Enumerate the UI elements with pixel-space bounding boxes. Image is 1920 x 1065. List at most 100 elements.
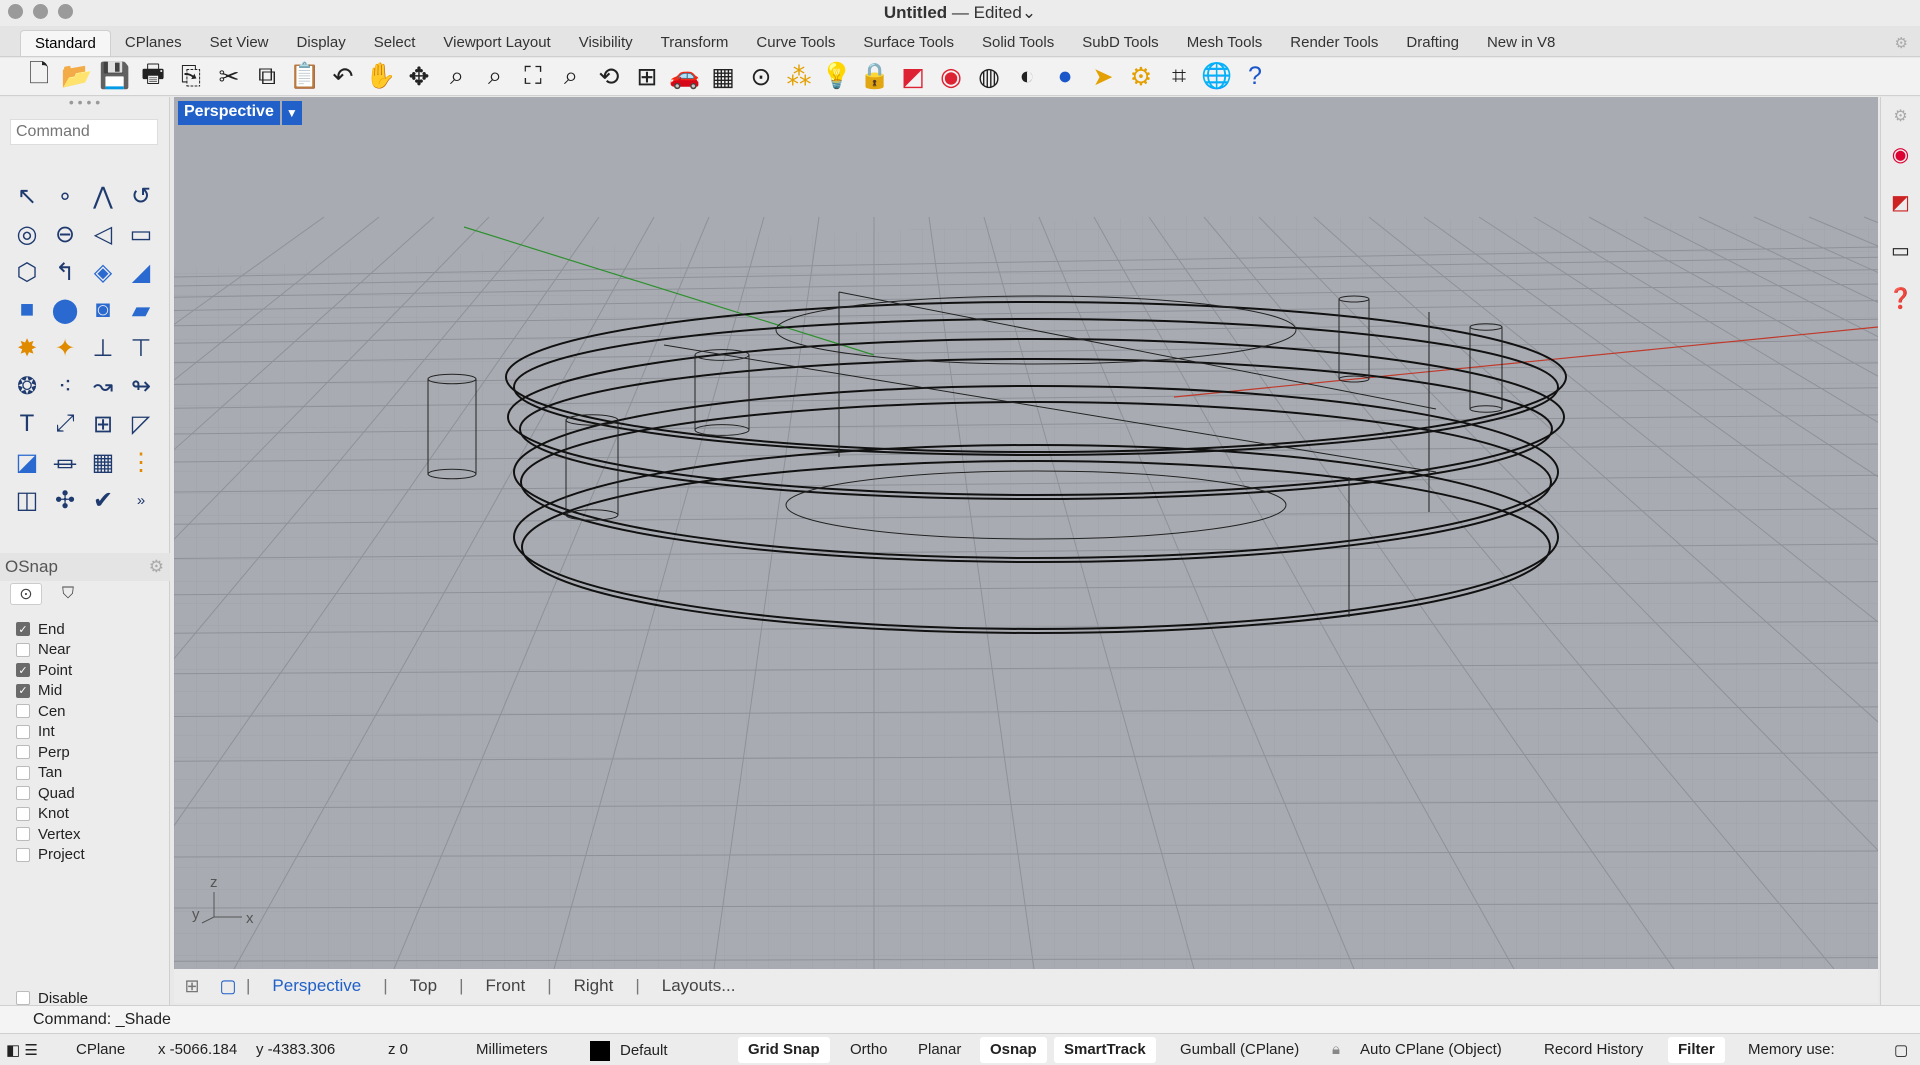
tab-drafting[interactable]: Drafting: [1392, 30, 1473, 56]
globe-icon[interactable]: 🌐: [1198, 60, 1236, 94]
import-icon[interactable]: ⎘: [172, 60, 210, 94]
paste-icon[interactable]: 📋: [286, 60, 324, 94]
edited-menu[interactable]: Edited⌄: [974, 3, 1036, 22]
select-arrow-icon[interactable]: ↖: [8, 177, 46, 215]
fillet-icon[interactable]: ↰: [46, 253, 84, 291]
close-window-button[interactable]: [8, 4, 23, 19]
points-icon[interactable]: ⁂: [780, 60, 818, 94]
solid-union-icon[interactable]: ⬤: [46, 291, 84, 329]
osnap-quad-checkbox[interactable]: Quad: [16, 783, 85, 804]
zoom-selected-icon[interactable]: ⌕: [552, 60, 590, 94]
arc-icon[interactable]: ◁: [84, 215, 122, 253]
group-icon[interactable]: ❂: [8, 367, 46, 405]
units-readout[interactable]: Millimeters: [476, 1041, 548, 1058]
osnap-project-checkbox[interactable]: Project: [16, 845, 85, 866]
zoom-icon[interactable]: ⌕: [438, 60, 476, 94]
transform-icon[interactable]: ✣: [46, 481, 84, 519]
record-history-toggle[interactable]: Record History: [1534, 1037, 1653, 1063]
tab-cplanes[interactable]: CPlanes: [111, 30, 196, 56]
extrude-surface-icon[interactable]: ◢: [122, 253, 160, 291]
osnap-int-checkbox[interactable]: Int: [16, 722, 85, 743]
fullscreen-icon[interactable]: ▢: [1894, 1041, 1908, 1059]
filter-icon[interactable]: ⛉: [52, 583, 84, 605]
auto-cplane-toggle[interactable]: Auto CPlane (Object): [1350, 1037, 1512, 1063]
tab-set-view[interactable]: Set View: [196, 30, 283, 56]
osnap-near-checkbox[interactable]: Near: [16, 640, 85, 661]
tab-display[interactable]: Display: [283, 30, 360, 56]
osnap-knot-checkbox[interactable]: Knot: [16, 804, 85, 825]
zoom-window-icon[interactable]: ⌕: [476, 60, 514, 94]
ellipse-icon[interactable]: ⊖: [46, 215, 84, 253]
osnap-mid-checkbox[interactable]: ✓ Mid: [16, 681, 85, 702]
ortho-toggle[interactable]: Ortho: [840, 1037, 898, 1063]
viewport-tab-top[interactable]: Top: [388, 976, 459, 996]
new-icon[interactable]: 🗋: [20, 60, 58, 94]
tab-render-tools[interactable]: Render Tools: [1276, 30, 1392, 56]
box-icon[interactable]: ■: [8, 291, 46, 329]
smarttrack-toggle[interactable]: SmartTrack: [1054, 1037, 1156, 1063]
single-viewport-icon[interactable]: ▢: [210, 976, 246, 997]
osnap-end-checkbox[interactable]: ✓ End: [16, 619, 85, 640]
osnap-tan-checkbox[interactable]: Tan: [16, 763, 85, 784]
gear-icon[interactable]: ⚙: [1886, 101, 1916, 131]
color-wheel-icon[interactable]: ◉: [1886, 139, 1916, 169]
tab-visibility[interactable]: Visibility: [565, 30, 647, 56]
offset-curve-icon[interactable]: ↬: [122, 367, 160, 405]
point-icon[interactable]: ∘: [46, 177, 84, 215]
points-cloud-icon[interactable]: ⁖: [46, 367, 84, 405]
current-layer[interactable]: Default: [590, 1041, 668, 1061]
lock-icon[interactable]: 🔒︎: [1332, 1041, 1340, 1058]
surface-icon[interactable]: ◈: [84, 253, 122, 291]
trim-icon[interactable]: ⊥: [84, 329, 122, 367]
zoom-extents-icon[interactable]: ⛶: [514, 60, 552, 94]
cut-icon[interactable]: ✂: [210, 60, 248, 94]
car-icon[interactable]: 🚗: [666, 60, 704, 94]
viewport-tab-perspective[interactable]: Perspective: [250, 976, 383, 996]
tab-new-in-v8[interactable]: New in V8: [1473, 30, 1569, 56]
edit-points-icon[interactable]: ◸: [122, 405, 160, 443]
tab-surface-tools[interactable]: Surface Tools: [849, 30, 968, 56]
planar-toggle[interactable]: Planar: [908, 1037, 971, 1063]
filter-toggle[interactable]: Filter: [1668, 1037, 1725, 1063]
tab-transform[interactable]: Transform: [647, 30, 743, 56]
viewport-layout-icon[interactable]: ⊞: [628, 60, 666, 94]
help-panel-icon[interactable]: ❓: [1886, 283, 1916, 313]
polyline-icon[interactable]: ⋀: [84, 177, 122, 215]
viewport-tab-layouts[interactable]: Layouts...: [640, 976, 758, 996]
extend-icon[interactable]: ⊤: [122, 329, 160, 367]
polygon-icon[interactable]: ⬡: [8, 253, 46, 291]
check-icon[interactable]: ✔: [84, 481, 122, 519]
osnap-toggle[interactable]: Osnap: [980, 1037, 1047, 1063]
panel-toggle-icon[interactable]: ◧ ☰: [6, 1041, 38, 1059]
tab-viewport-layout[interactable]: Viewport Layout: [429, 30, 564, 56]
grasshopper-icon[interactable]: ⌗: [1160, 60, 1198, 94]
history-icon[interactable]: ⋮: [122, 443, 160, 481]
tab-curve-tools[interactable]: Curve Tools: [742, 30, 849, 56]
viewport-tab-right[interactable]: Right: [552, 976, 636, 996]
gumball-toggle[interactable]: Gumball (CPlane): [1170, 1037, 1309, 1063]
grid-layout-icon[interactable]: ⊞: [174, 976, 210, 997]
gear-options-icon[interactable]: ⚙: [1122, 60, 1160, 94]
cplane-grid-icon[interactable]: ▦: [704, 60, 742, 94]
display-panel-icon[interactable]: ▭: [1886, 235, 1916, 265]
viewport-name[interactable]: Perspective: [178, 101, 280, 125]
gear-icon[interactable]: ⚙: [149, 557, 164, 577]
flamingo-icon[interactable]: ➤: [1084, 60, 1122, 94]
perspective-viewport[interactable]: zy x Perspective ▼: [174, 97, 1878, 969]
mesh-plane-icon[interactable]: ▰: [122, 291, 160, 329]
osnap-icon[interactable]: ⊙: [742, 60, 780, 94]
layers-panel-icon[interactable]: ◩: [1886, 187, 1916, 217]
blend-curve-icon[interactable]: ↝: [84, 367, 122, 405]
grid-array-icon[interactable]: ▦: [84, 443, 122, 481]
print-icon[interactable]: 🖶: [134, 60, 172, 94]
viewport-menu-arrow-icon[interactable]: ▼: [281, 101, 302, 125]
lock-icon[interactable]: 🔒: [856, 60, 894, 94]
open-icon[interactable]: 📂: [58, 60, 96, 94]
circle-icon[interactable]: ◎: [8, 215, 46, 253]
cylinder-icon[interactable]: ◙: [84, 291, 122, 329]
boolean-split-icon[interactable]: ✦: [46, 329, 84, 367]
save-icon[interactable]: 💾: [96, 60, 134, 94]
gear-icon[interactable]: ⚙: [1895, 34, 1908, 52]
tab-mesh-tools[interactable]: Mesh Tools: [1173, 30, 1277, 56]
viewport-title[interactable]: Perspective ▼: [178, 101, 302, 125]
